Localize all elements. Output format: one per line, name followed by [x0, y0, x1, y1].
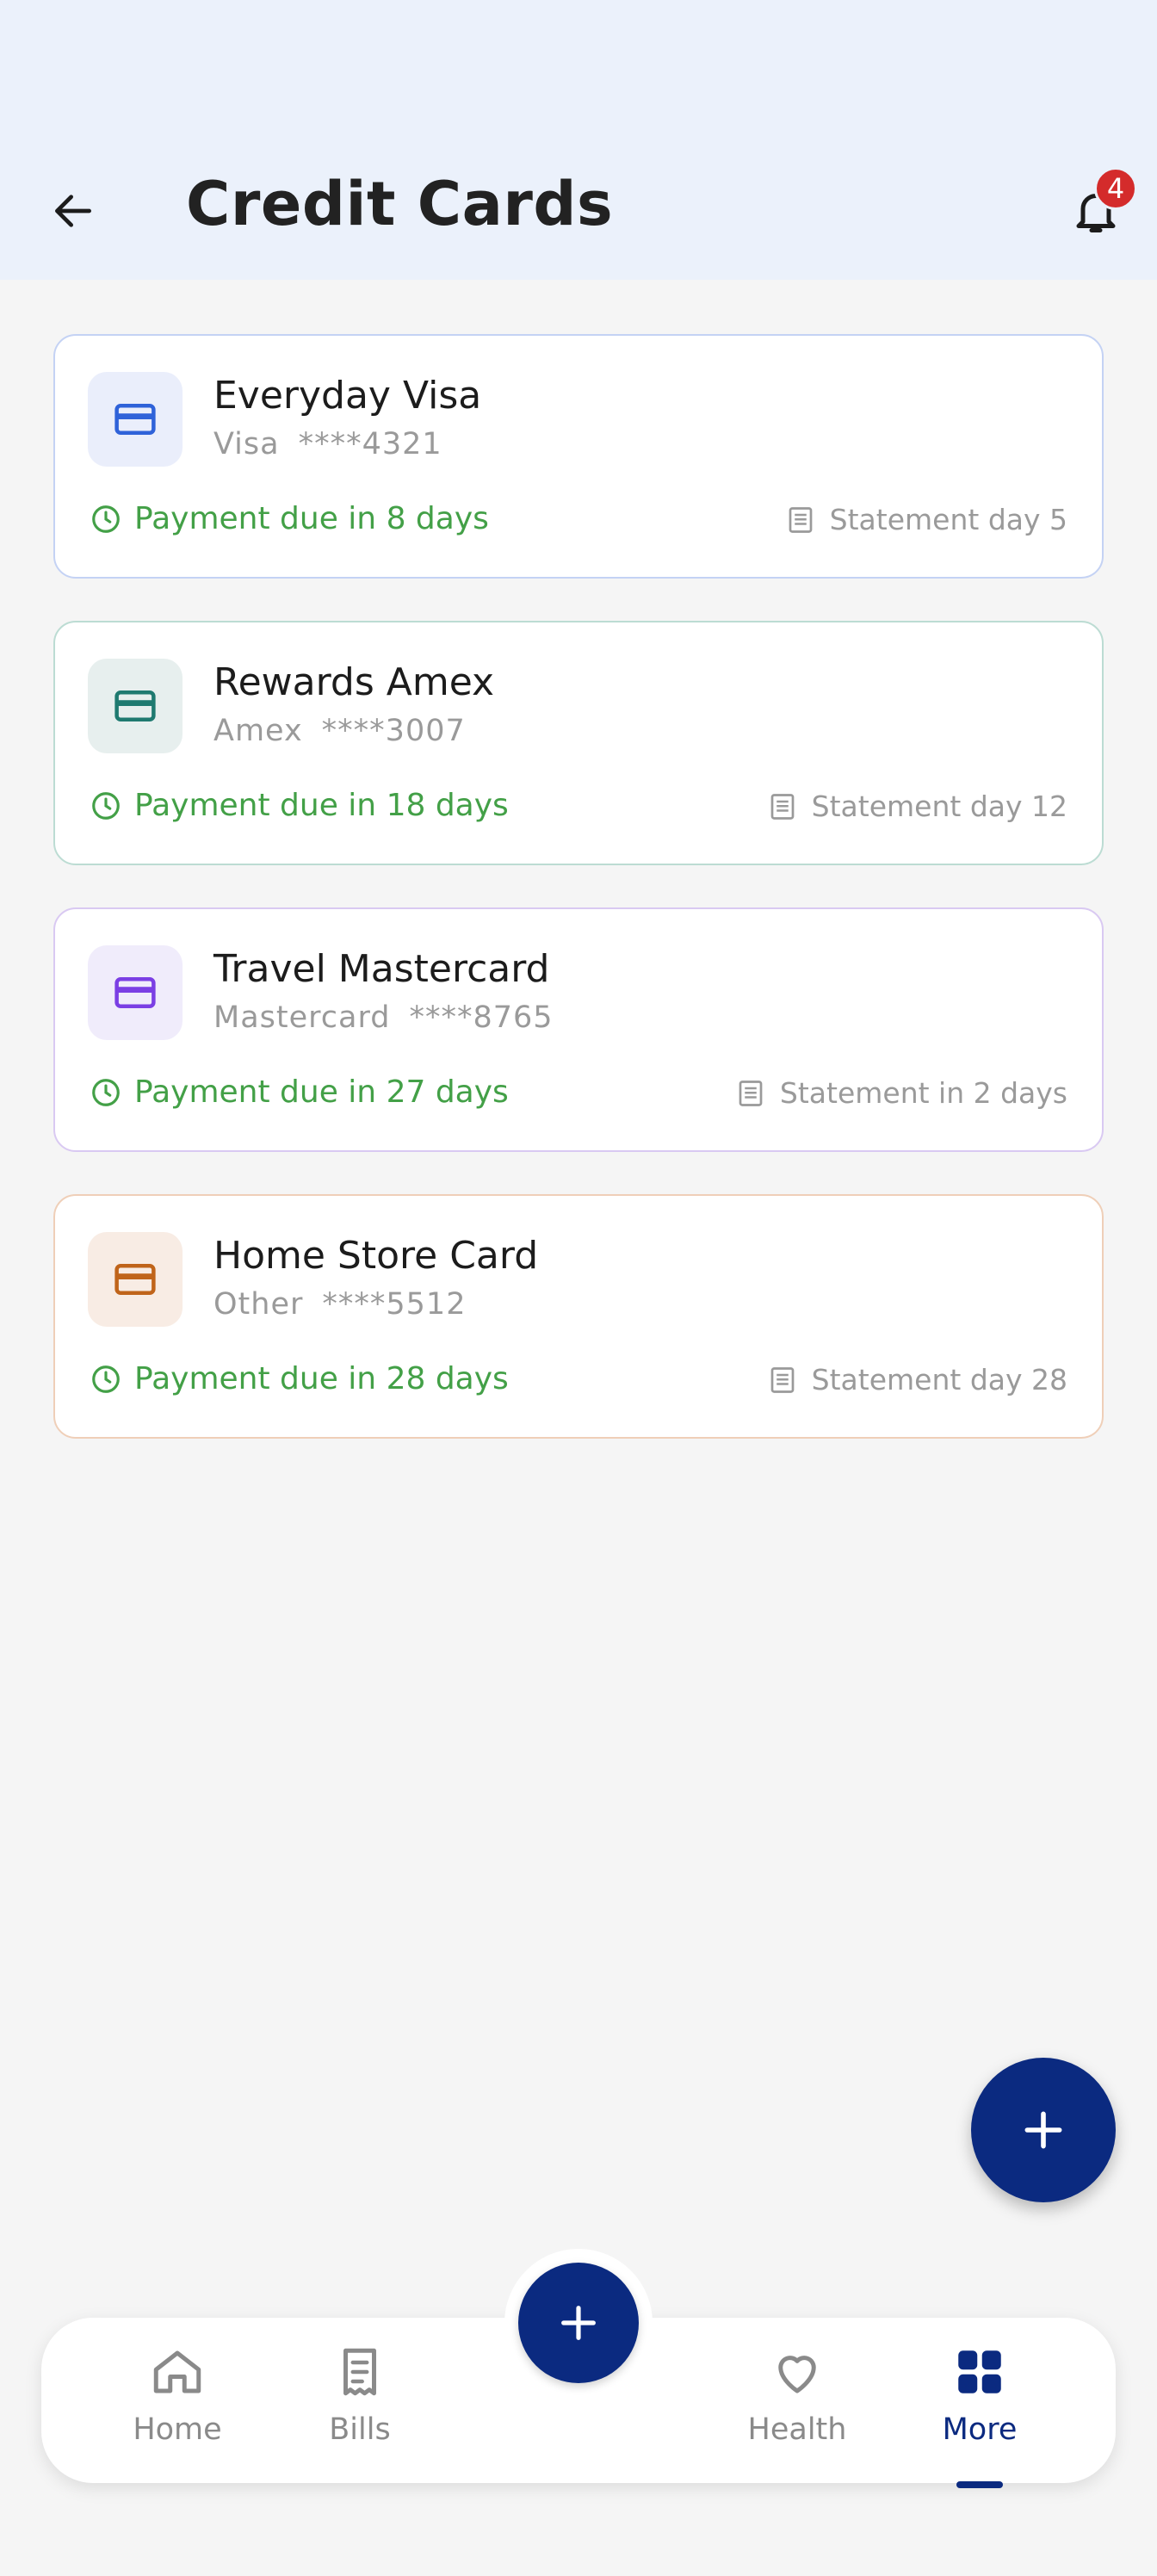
document-icon [739, 1080, 763, 1106]
credit-card-icon [114, 690, 156, 721]
card-icon-tile [88, 1232, 183, 1327]
app-header: Credit Cards 4 [0, 0, 1157, 280]
card-name: Home Store Card [213, 1234, 539, 1278]
app-root: Credit Cards 4 Everyday Visa Visa ****432… [0, 0, 1157, 2576]
payment-due-text: Payment due in 18 days [134, 788, 509, 823]
card-icon-tile [88, 945, 183, 1040]
plus-icon [1024, 2111, 1062, 2149]
card-network: Mastercard [213, 1000, 391, 1035]
document-icon [770, 1366, 795, 1393]
add-card-button[interactable] [971, 2058, 1116, 2202]
statement-text: Statement day 12 [811, 790, 1067, 823]
card-network: Other [213, 1287, 304, 1322]
card-icon-tile [88, 372, 183, 467]
nav-label-home: Home [133, 2412, 222, 2447]
nav-label-health: Health [747, 2412, 847, 2447]
card-name: Everyday Visa [213, 374, 482, 418]
home-icon [153, 2350, 201, 2393]
clock-icon [92, 1078, 120, 1106]
card-number: ****3007 [321, 714, 466, 748]
nav-item-home[interactable]: Home [100, 2344, 255, 2473]
credit-card-icon [114, 977, 156, 1008]
document-icon [770, 793, 795, 820]
credit-card-icon [114, 1264, 156, 1295]
payment-due-text: Payment due in 8 days [134, 501, 489, 536]
arrow-left-icon [54, 195, 91, 227]
card-icon-tile [88, 659, 183, 753]
clock-icon [92, 505, 120, 533]
document-icon [789, 506, 813, 533]
payment-due: Payment due in 18 days [90, 788, 509, 823]
card-number: ****4321 [298, 427, 442, 461]
payment-due-text: Payment due in 28 days [134, 1361, 509, 1396]
payment-due: Payment due in 28 days [90, 1361, 509, 1396]
page-title: Credit Cards [186, 169, 614, 239]
card-subtitle: Other ****5512 [213, 1287, 466, 1322]
card-network: Visa [213, 427, 280, 461]
card-network: Amex [213, 714, 303, 748]
card-subtitle: Amex ****3007 [213, 714, 466, 748]
plus-icon [561, 2306, 596, 2340]
grid-icon [958, 2350, 1001, 2393]
credit-card-item[interactable]: Everyday Visa Visa ****4321 Payment due i… [53, 334, 1104, 579]
credit-card-list: Everyday Visa Visa ****4321 Payment due i… [53, 334, 1104, 1481]
receipt-icon [343, 2348, 376, 2396]
statement-info: Statement in 2 days [735, 1076, 1067, 1110]
card-name: Rewards Amex [213, 660, 495, 704]
active-tab-indicator [956, 2481, 1003, 2488]
clock-icon [92, 791, 120, 820]
card-subtitle: Mastercard ****8765 [213, 1000, 554, 1035]
payment-due-text: Payment due in 27 days [134, 1074, 509, 1110]
credit-card-item[interactable]: Home Store Card Other ****5512 Payment du… [53, 1194, 1104, 1439]
card-subtitle: Visa ****4321 [213, 427, 442, 461]
notification-badge: 4 [1094, 167, 1137, 210]
nav-item-health[interactable]: Health [720, 2344, 875, 2473]
back-button[interactable] [34, 172, 112, 250]
statement-info: Statement day 12 [767, 790, 1067, 823]
payment-due: Payment due in 27 days [90, 1074, 509, 1110]
statement-text: Statement day 28 [811, 1363, 1067, 1396]
nav-label-bills: Bills [329, 2412, 391, 2447]
nav-label-more: More [942, 2412, 1018, 2447]
statement-text: Statement day 5 [829, 503, 1067, 536]
nav-item-bills[interactable]: Bills [282, 2344, 437, 2473]
credit-card-item[interactable]: Travel Mastercard Mastercard ****8765 Pay… [53, 907, 1104, 1152]
heart-icon [778, 2356, 816, 2393]
payment-due: Payment due in 8 days [90, 501, 489, 536]
card-number: ****8765 [409, 1000, 554, 1035]
statement-text: Statement in 2 days [779, 1076, 1067, 1110]
nav-item-more[interactable]: More [902, 2344, 1057, 2488]
clock-icon [92, 1365, 120, 1393]
card-name: Travel Mastercard [213, 947, 550, 991]
statement-info: Statement day 28 [767, 1363, 1067, 1396]
credit-card-item[interactable]: Rewards Amex Amex ****3007 Payment due in… [53, 621, 1104, 865]
quick-add-button[interactable] [518, 2263, 639, 2383]
statement-info: Statement day 5 [785, 503, 1067, 536]
credit-card-icon [114, 404, 156, 435]
card-number: ****5512 [322, 1287, 467, 1322]
